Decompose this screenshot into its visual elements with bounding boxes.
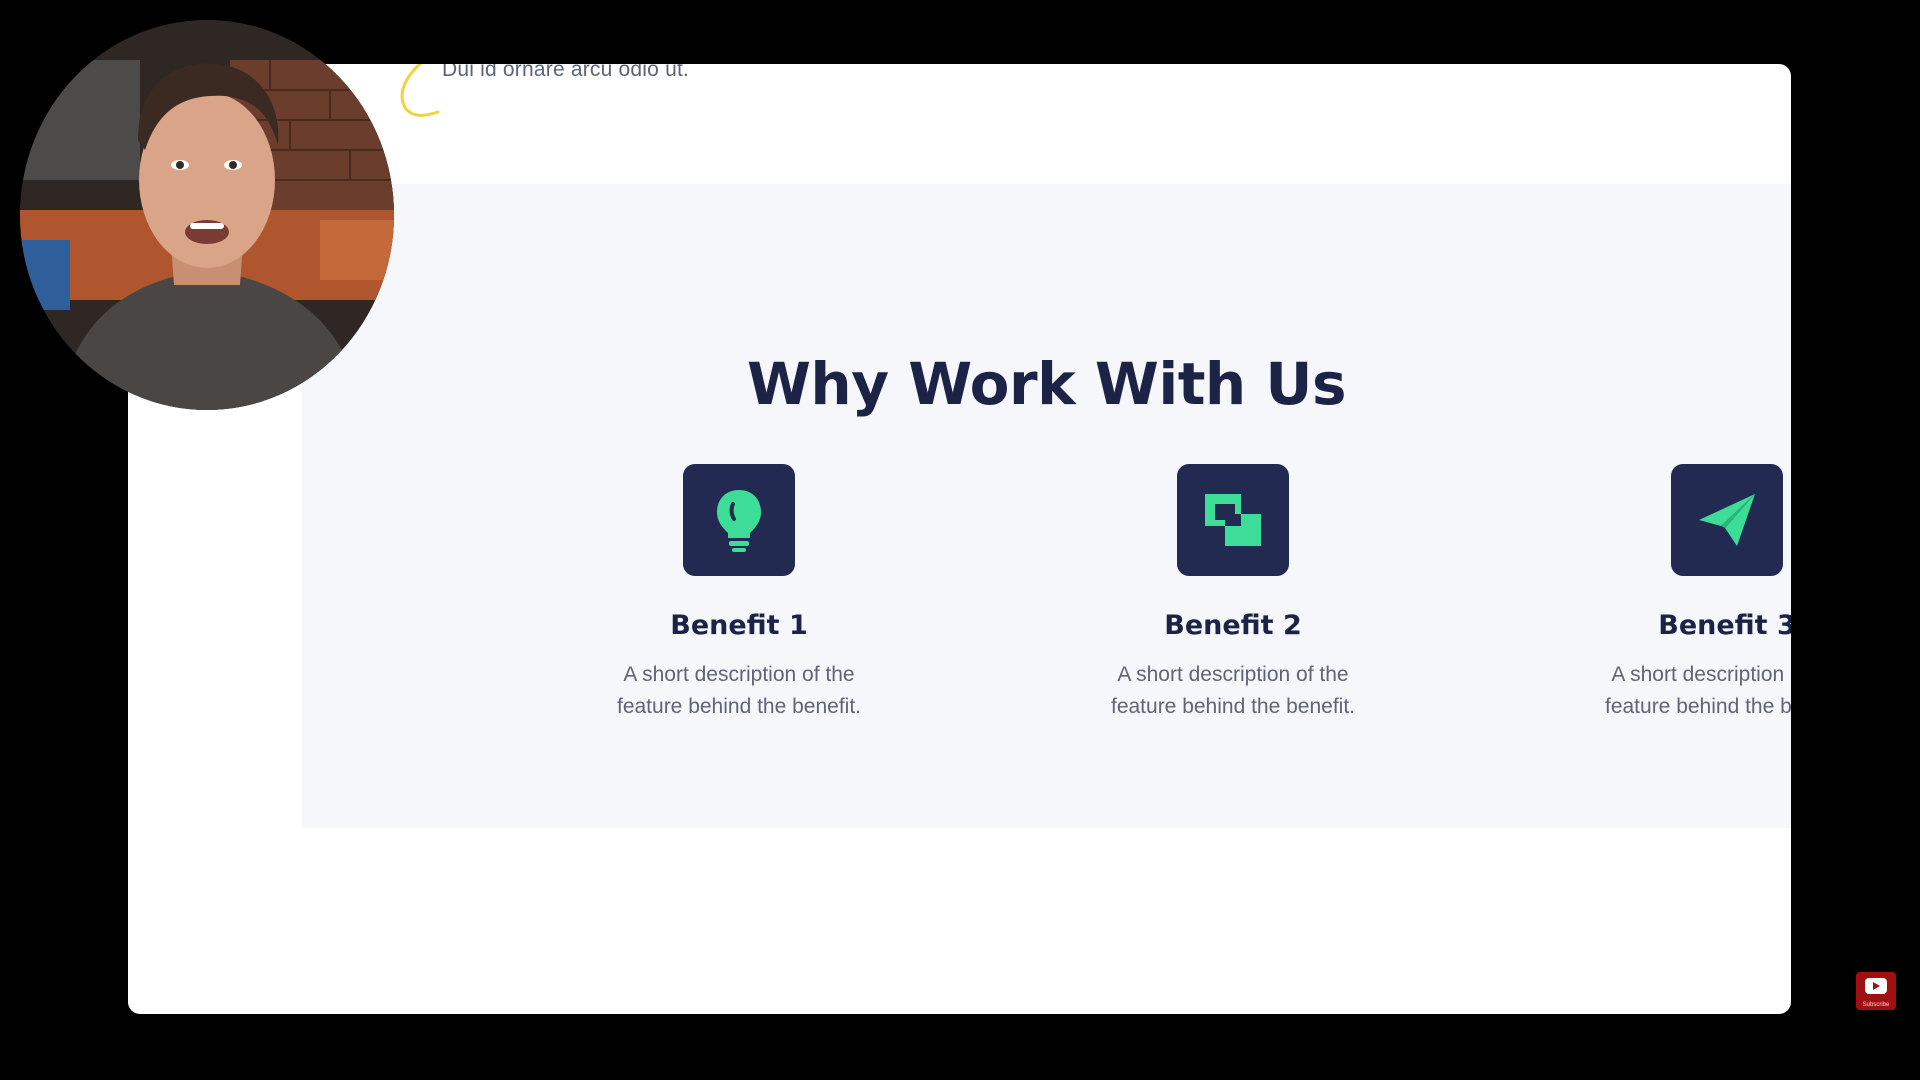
benefit-title: Benefit 1 — [670, 610, 808, 641]
benefit-title: Benefit 3 — [1658, 610, 1791, 641]
benefit-card-1: Benefit 1 A short description of the fea… — [539, 464, 939, 723]
presenter-webcam — [20, 20, 394, 410]
section-title: Why Work With Us — [746, 350, 1347, 418]
subscribe-button[interactable]: Subscribe — [1856, 972, 1896, 1010]
benefit-card-2: Benefit 2 A short description of the fea… — [1033, 464, 1433, 723]
benefit-description: A short description of the feature behin… — [1110, 663, 1356, 718]
why-work-with-us-section: Why Work With Us Benefit 1 A short descr… — [302, 184, 1791, 828]
paper-plane-icon — [1671, 464, 1783, 576]
yellow-squiggle-decoration — [400, 64, 440, 117]
video-frame: Dui id ornare arcu odio ut. Why Work Wit… — [0, 0, 1920, 1080]
overlapping-squares-icon — [1177, 464, 1289, 576]
youtube-icon — [1865, 978, 1887, 994]
benefit-title: Benefit 2 — [1164, 610, 1302, 641]
benefit-description: A short description of the feature behin… — [616, 663, 862, 718]
subscribe-label: Subscribe — [1862, 1002, 1890, 1008]
benefit-card-3: Benefit 3 A short description of the fea… — [1527, 464, 1791, 723]
benefit-description: A short description of the feature behin… — [1604, 663, 1791, 718]
lightbulb-icon — [683, 464, 795, 576]
previous-section-text: Dui id ornare arcu odio ut. — [442, 64, 690, 81]
